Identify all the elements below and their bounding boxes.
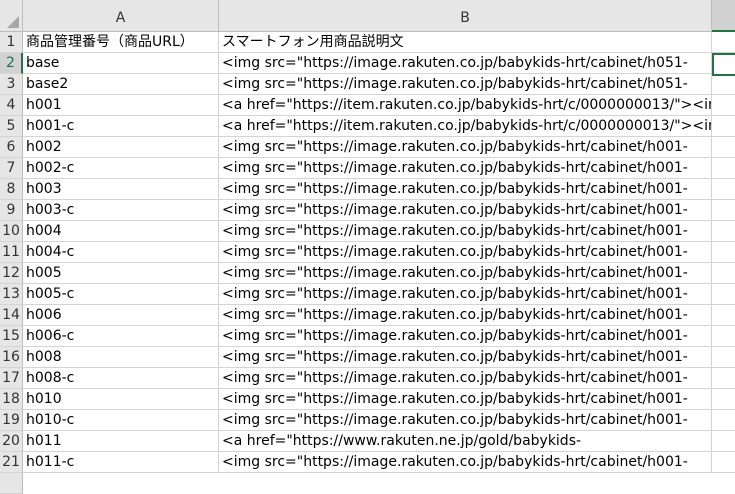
cell-a5[interactable]: h001-c	[23, 116, 219, 137]
cell-b7[interactable]: <img src="https://image.rakuten.co.jp/ba…	[219, 158, 712, 179]
row-header-6[interactable]: 6	[0, 137, 23, 158]
cell-c4[interactable]	[712, 95, 735, 116]
cell-b20[interactable]: <a href="https://www.rakuten.ne.jp/gold/…	[219, 431, 712, 452]
row-header-partial[interactable]	[0, 473, 23, 494]
row-header-13[interactable]: 13	[0, 284, 23, 305]
cell-a11[interactable]: h004-c	[23, 242, 219, 263]
column-header-b[interactable]: B	[219, 0, 712, 32]
row-header-20[interactable]: 20	[0, 431, 23, 452]
cell-a1[interactable]: 商品管理番号（商品URL）	[23, 32, 219, 53]
cell-a14[interactable]: h006	[23, 305, 219, 326]
row-header-5[interactable]: 5	[0, 116, 23, 137]
cell-c18[interactable]	[712, 389, 735, 410]
select-all-corner[interactable]	[0, 0, 23, 32]
cell-b14[interactable]: <img src="https://image.rakuten.co.jp/ba…	[219, 305, 712, 326]
cell-c17[interactable]	[712, 368, 735, 389]
row-header-3[interactable]: 3	[0, 74, 23, 95]
cell-c20[interactable]	[712, 431, 735, 452]
cell-b1[interactable]: スマートフォン用商品説明文	[219, 32, 712, 53]
cell-a19[interactable]: h010-c	[23, 410, 219, 431]
cell-c14[interactable]	[712, 305, 735, 326]
cell-c21[interactable]	[712, 452, 735, 473]
row-header-8[interactable]: 8	[0, 179, 23, 200]
select-all-triangle-icon	[7, 16, 19, 28]
cell-c6[interactable]	[712, 137, 735, 158]
row-header-18[interactable]: 18	[0, 389, 23, 410]
cell-b15[interactable]: <img src="https://image.rakuten.co.jp/ba…	[219, 326, 712, 347]
row-header-1[interactable]: 1	[0, 32, 23, 53]
cell-c19[interactable]	[712, 410, 735, 431]
row-header-21[interactable]: 21	[0, 452, 23, 473]
cell-b21[interactable]: <img src="https://image.rakuten.co.jp/ba…	[219, 452, 712, 473]
row-header-16[interactable]: 16	[0, 347, 23, 368]
cell-c16[interactable]	[712, 347, 735, 368]
cell-c7[interactable]	[712, 158, 735, 179]
cell-b10[interactable]: <img src="https://image.rakuten.co.jp/ba…	[219, 221, 712, 242]
row-header-12[interactable]: 12	[0, 263, 23, 284]
cell-a2[interactable]: base	[23, 53, 219, 74]
cell-a18[interactable]: h010	[23, 389, 219, 410]
row-header-9[interactable]: 9	[0, 200, 23, 221]
cell-c15[interactable]	[712, 326, 735, 347]
row-header-15[interactable]: 15	[0, 326, 23, 347]
cell-a7[interactable]: h002-c	[23, 158, 219, 179]
cell-a21[interactable]: h011-c	[23, 452, 219, 473]
cell-a8[interactable]: h003	[23, 179, 219, 200]
cell-b12[interactable]: <img src="https://image.rakuten.co.jp/ba…	[219, 263, 712, 284]
cell-a13[interactable]: h005-c	[23, 284, 219, 305]
cell-b18[interactable]: <img src="https://image.rakuten.co.jp/ba…	[219, 389, 712, 410]
cell-a12[interactable]: h005	[23, 263, 219, 284]
cell-a3[interactable]: base2	[23, 74, 219, 95]
cell-a6[interactable]: h002	[23, 137, 219, 158]
cell-b8[interactable]: <img src="https://image.rakuten.co.jp/ba…	[219, 179, 712, 200]
cell-b4[interactable]: <a href="https://item.rakuten.co.jp/baby…	[219, 95, 712, 116]
cell-a20[interactable]: h011	[23, 431, 219, 452]
row-header-14[interactable]: 14	[0, 305, 23, 326]
cell-b16[interactable]: <img src="https://image.rakuten.co.jp/ba…	[219, 347, 712, 368]
cell-b11[interactable]: <img src="https://image.rakuten.co.jp/ba…	[219, 242, 712, 263]
active-cell-c2[interactable]	[712, 53, 735, 76]
row-header-7[interactable]: 7	[0, 158, 23, 179]
row-header-17[interactable]: 17	[0, 368, 23, 389]
cell-c13[interactable]	[712, 284, 735, 305]
cell-a16[interactable]: h008	[23, 347, 219, 368]
cell-b9[interactable]: <img src="https://image.rakuten.co.jp/ba…	[219, 200, 712, 221]
cell-b5[interactable]: <a href="https://item.rakuten.co.jp/baby…	[219, 116, 712, 137]
cell-b19[interactable]: <img src="https://image.rakuten.co.jp/ba…	[219, 410, 712, 431]
cell-b2[interactable]: <img src="https://image.rakuten.co.jp/ba…	[219, 53, 712, 74]
cell-c11[interactable]	[712, 242, 735, 263]
row-header-4[interactable]: 4	[0, 95, 23, 116]
row-header-11[interactable]: 11	[0, 242, 23, 263]
cell-b3[interactable]: <img src="https://image.rakuten.co.jp/ba…	[219, 74, 712, 95]
cell-b13[interactable]: <img src="https://image.rakuten.co.jp/ba…	[219, 284, 712, 305]
row-header-10[interactable]: 10	[0, 221, 23, 242]
row-header-2[interactable]: 2	[0, 53, 23, 74]
cell-c5[interactable]	[712, 116, 735, 137]
cell-c3[interactable]	[712, 74, 735, 95]
cell-a17[interactable]: h008-c	[23, 368, 219, 389]
cell-a4[interactable]: h001	[23, 95, 219, 116]
cell-b17[interactable]: <img src="https://image.rakuten.co.jp/ba…	[219, 368, 712, 389]
cell-c12[interactable]	[712, 263, 735, 284]
cell-a9[interactable]: h003-c	[23, 200, 219, 221]
row-header-19[interactable]: 19	[0, 410, 23, 431]
column-header-a[interactable]: A	[23, 0, 219, 32]
cell-c8[interactable]	[712, 179, 735, 200]
cell-c10[interactable]	[712, 221, 735, 242]
cell-c1[interactable]	[712, 32, 735, 53]
cell-a15[interactable]: h006-c	[23, 326, 219, 347]
cell-c9[interactable]	[712, 200, 735, 221]
cell-a10[interactable]: h004	[23, 221, 219, 242]
cell-b6[interactable]: <img src="https://image.rakuten.co.jp/ba…	[219, 137, 712, 158]
column-header-c[interactable]	[712, 0, 735, 32]
